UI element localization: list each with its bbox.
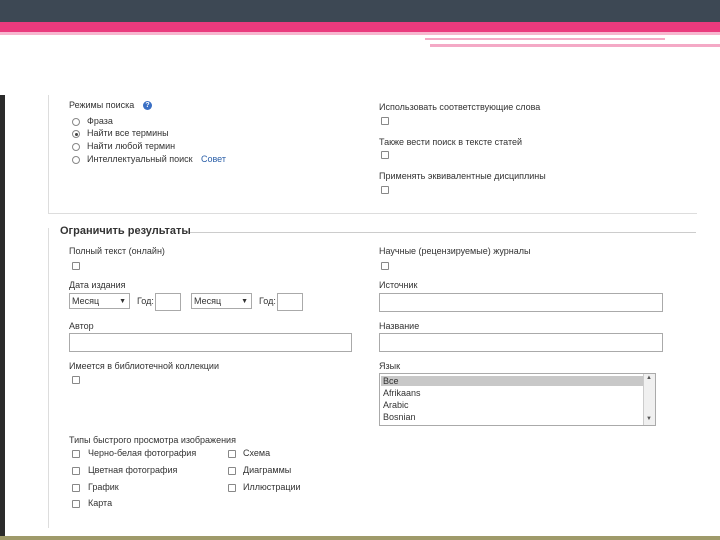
in-library-checkbox[interactable] (72, 376, 80, 384)
search-modes-title: Режимы поиска (69, 100, 135, 110)
illustrations-checkbox[interactable] (228, 484, 236, 492)
year-from-input[interactable] (155, 293, 181, 311)
source-input[interactable] (379, 293, 663, 312)
peer-reviewed-checkbox[interactable] (381, 262, 389, 270)
color-photo-checkbox[interactable] (72, 467, 80, 475)
radio-all-terms[interactable] (72, 130, 80, 138)
equivalent-subjects-checkbox[interactable] (381, 186, 389, 194)
diagrams-checkbox[interactable] (228, 467, 236, 475)
month-from-value: Месяц (72, 296, 100, 306)
language-option[interactable]: Arabic (383, 400, 409, 410)
radio-any-term[interactable] (72, 143, 80, 151)
image-types-title: Типы быстрого просмотра изображения (69, 435, 236, 445)
author-label: Автор (69, 321, 94, 331)
decor-line (425, 38, 665, 40)
left-border (0, 95, 5, 540)
chevron-down-icon: ▼ (241, 298, 248, 305)
decor-line (430, 44, 720, 47)
illustrations-label: Иллюстрации (243, 482, 301, 492)
year-to-label: Год: (259, 296, 276, 306)
language-listbox[interactable]: Все Afrikaans Arabic Bosnian ▲ ▼ (379, 373, 656, 426)
pink-stripe-light (0, 32, 720, 35)
year-from-label: Год: (137, 296, 154, 306)
diagrams-label: Диаграммы (243, 465, 292, 475)
pub-date-label: Дата издания (69, 280, 126, 290)
bw-photo-label: Черно-белая фотография (88, 448, 197, 458)
map-label: Карта (88, 498, 113, 508)
radio-label: Найти любой термин (87, 141, 176, 151)
source-label: Источник (379, 280, 418, 290)
scheme-label: Схема (243, 448, 271, 458)
full-text-label: Полный текст (онлайн) (69, 246, 165, 256)
peer-reviewed-label: Научные (рецензируемые) журналы (379, 246, 531, 256)
author-input[interactable] (69, 333, 352, 352)
radio-label: Найти все термины (87, 128, 169, 138)
chevron-down-icon: ▼ (119, 298, 126, 305)
title-label: Название (379, 321, 420, 331)
month-from-select[interactable]: Месяц ▼ (69, 293, 130, 309)
section-divider (190, 232, 696, 233)
top-banner (0, 0, 720, 22)
limit-results-title: Ограничить результаты (60, 225, 191, 237)
tip-link[interactable]: Совет (201, 154, 226, 164)
fulltext-search-label: Также вести поиск в тексте статей (379, 137, 522, 147)
radio-phrase[interactable] (72, 118, 80, 126)
language-label: Язык (379, 361, 401, 371)
full-text-checkbox[interactable] (72, 262, 80, 270)
graph-label: График (88, 482, 119, 492)
language-option[interactable]: Afrikaans (383, 388, 421, 398)
in-library-label: Имеется в библиотечной коллекции (69, 361, 219, 371)
fulltext-search-checkbox[interactable] (381, 151, 389, 159)
scroll-up-icon[interactable]: ▲ (646, 375, 652, 381)
language-option-selected[interactable]: Все (381, 376, 645, 386)
map-checkbox[interactable] (72, 500, 80, 508)
bottom-border (0, 536, 720, 540)
help-icon[interactable]: ? (143, 101, 152, 110)
year-to-input[interactable] (277, 293, 303, 311)
equivalent-subjects-label: Применять эквивалентные дисциплины (379, 171, 546, 181)
listbox-scrollbar[interactable]: ▲ ▼ (643, 374, 655, 425)
related-words-label: Использовать соответствующие слова (379, 102, 541, 112)
pink-stripe (0, 22, 720, 32)
month-to-select[interactable]: Месяц ▼ (191, 293, 252, 309)
language-option[interactable]: Bosnian (383, 412, 416, 422)
scheme-checkbox[interactable] (228, 450, 236, 458)
radio-label: Интеллектуальный поиск (87, 154, 193, 164)
color-photo-label: Цветная фотография (88, 465, 178, 475)
bw-photo-checkbox[interactable] (72, 450, 80, 458)
radio-label: Фраза (87, 116, 113, 126)
graph-checkbox[interactable] (72, 484, 80, 492)
title-input[interactable] (379, 333, 663, 352)
related-words-checkbox[interactable] (381, 117, 389, 125)
month-to-value: Месяц (194, 296, 222, 306)
radio-smart-search[interactable] (72, 156, 80, 164)
scroll-down-icon[interactable]: ▼ (646, 416, 652, 422)
